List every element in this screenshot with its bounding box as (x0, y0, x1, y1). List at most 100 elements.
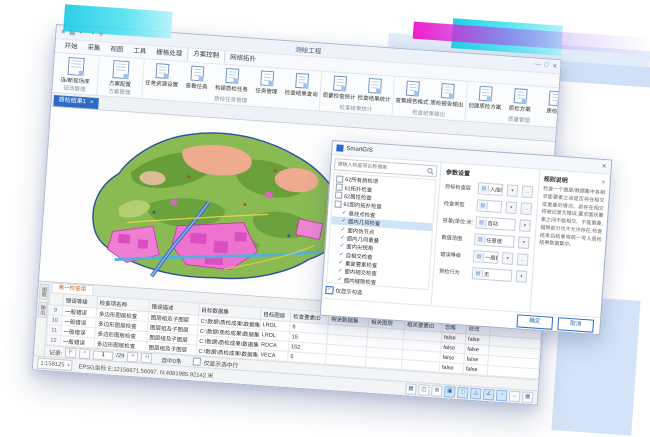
view-tool-icon-7[interactable]: ◔ (496, 390, 508, 402)
ribbon-button[interactable]: 任务管理 (250, 69, 285, 96)
ribbon-button[interactable]: 检查结果查询 (285, 71, 320, 98)
ribbon-button[interactable]: 构建质检任务 (215, 66, 250, 93)
search-icon (427, 167, 434, 174)
param-value (489, 206, 501, 207)
ribbon-tab-6[interactable]: 网络拓扑 (225, 52, 262, 66)
param-value: 一般错误 (485, 253, 497, 261)
tree-search-input[interactable] (337, 161, 427, 173)
tool-icon (67, 57, 84, 76)
dropdown-button[interactable]: ▾ (519, 219, 531, 232)
ribbon-button[interactable]: 查看报告格式 (395, 79, 430, 106)
ribbon-tab-1[interactable]: 采集 (82, 42, 106, 56)
layer-icon: ▤ (480, 184, 490, 193)
browse-button[interactable]: … (520, 202, 532, 215)
page-total-label: /29 (116, 353, 124, 360)
ribbon-button[interactable]: 质检方案 (503, 86, 538, 113)
map-document-tab-label: 质检结果1 (58, 95, 86, 108)
ribbon-button[interactable]: 查看任务 (180, 64, 215, 91)
param-input[interactable]: ▤一般错误 (473, 250, 499, 264)
browse-button[interactable]: … (521, 185, 533, 198)
tool-icon (260, 70, 274, 86)
check-icon: ✓ (342, 210, 347, 216)
ribbon-button[interactable]: 质量检查统计 (322, 74, 357, 101)
param-input[interactable]: ▤自动 (475, 216, 516, 231)
rule-help-panel: 规则说明 ✕ 检查一个图层/数据集中各相邻面要素之间是否存在相交或重叠的情况。若… (529, 170, 610, 318)
layer-icon: ▤ (476, 235, 486, 244)
browse-button[interactable]: … (517, 253, 529, 266)
close-icon[interactable]: ✕ (552, 63, 558, 70)
param-input[interactable]: ▤无 (472, 267, 513, 282)
ribbon-button[interactable]: 任务资源设置 (145, 61, 180, 88)
dropdown-button[interactable]: ▾ (505, 201, 517, 214)
ribbon-group-4: 查看报告格式质检报告输出检查结果输出 (392, 77, 468, 121)
chevron-down-icon: ▾ (67, 362, 70, 368)
view-tool-icon-1[interactable]: ◫ (418, 384, 430, 396)
param-label: 目标检查层 (445, 183, 475, 192)
checkbox-icon[interactable] (335, 192, 342, 199)
ribbon-tab-4[interactable]: 栅格处理 (151, 47, 188, 61)
dropdown-button[interactable]: ▾ (516, 270, 528, 283)
ribbon-button[interactable]: 方案配置 (100, 58, 142, 89)
scale-select[interactable]: 1:158125 ▾ (37, 358, 73, 371)
param-input[interactable]: ▤入库时与新要素发生碰撞的图层集 (478, 182, 504, 196)
smartgis-dialog: SmartGIS ✕ 62所有质检项61拓扑检查62属性检查61图内拓扑检查✓悬… (320, 140, 613, 335)
param-row: 检查类型▤▾… (443, 197, 532, 215)
tool-icon (333, 76, 347, 92)
checkbox-icon[interactable] (335, 183, 342, 190)
checkbox-icon[interactable] (336, 175, 343, 182)
param-label: 容差(单位:米) (442, 216, 472, 225)
param-value: 入库时与新要素发生碰撞的图层集 (490, 186, 502, 194)
rule-help-close-icon[interactable]: ✕ (601, 179, 606, 185)
view-tool-icon-9[interactable]: ▦ (522, 391, 534, 403)
view-tool-icon-5[interactable]: △ (470, 388, 482, 400)
ribbon-button[interactable]: 连/断现场库 (55, 55, 97, 86)
layer-icon: ▤ (474, 269, 484, 278)
view-tool-icon-8[interactable]: ↔ (509, 391, 521, 403)
view-tool-icon-3[interactable]: ▣ (444, 386, 456, 398)
ribbon-group-3: 质量检查统计检查结果统计检查结果统计 (320, 72, 396, 116)
view-tool-icon-2[interactable]: ⊞ (431, 385, 443, 397)
show-checked-label: 仅显示勾选 (335, 287, 362, 297)
column-header[interactable] (49, 293, 64, 306)
ribbon-tab-0[interactable]: 开始 (59, 40, 83, 54)
view-tool-icon-6[interactable]: ∠ (483, 389, 495, 401)
dropdown-button[interactable]: ▾ (506, 184, 518, 197)
check-icon: ✓ (338, 268, 343, 274)
ribbon-tab-2[interactable]: 视图 (105, 44, 129, 58)
ok-button[interactable]: 确定 (516, 314, 553, 329)
ribbon-tab-3[interactable]: 工具 (128, 45, 152, 59)
param-label: 数值范围 (441, 233, 471, 242)
tool-icon (112, 60, 129, 79)
check-icon: ✓ (341, 226, 346, 232)
check-icon: ✓ (337, 277, 342, 283)
dropdown-button[interactable]: ▾ (502, 252, 514, 265)
tool-icon (368, 78, 382, 94)
view-tool-icon-4[interactable]: □ (457, 387, 469, 399)
checkbox-icon[interactable] (334, 200, 341, 207)
dropdown-button[interactable]: ▾ (518, 236, 530, 249)
only-selected-checkbox[interactable] (192, 357, 201, 366)
check-item-tree: 62所有质检项61拓扑检查62属性检查61图内拓扑检查✓悬挂点检查✓面内几何检查… (326, 172, 436, 290)
minimize-icon[interactable]: — (534, 61, 540, 68)
dialog-close-icon[interactable]: ✕ (602, 163, 608, 170)
check-icon: ✓ (338, 260, 343, 266)
ribbon-group-5: 创建质检方案质检方案质检表质量管理 (465, 82, 558, 128)
cancel-button[interactable]: 取消 (557, 317, 594, 332)
maximize-icon[interactable]: □ (544, 62, 548, 69)
check-icon: ✓ (339, 243, 344, 249)
show-checked-checkbox[interactable]: ✓ (325, 286, 334, 295)
ribbon-button[interactable]: 创建质检方案 (468, 84, 503, 111)
tool-icon (155, 63, 169, 79)
param-input[interactable]: ▤任意值 (474, 233, 515, 248)
ribbon-button[interactable]: 检查结果统计 (357, 76, 392, 103)
view-tool-icon-0[interactable]: ▦ (405, 383, 417, 395)
close-tab-icon[interactable]: × (90, 98, 94, 109)
ribbon-group-0: 连/断现场库现场管理 (52, 53, 100, 95)
dock-side-tab-1[interactable]: 输出 (37, 301, 47, 318)
tool-icon (514, 88, 528, 104)
tree-item-label: 面内缝隙检查 (344, 276, 377, 286)
ribbon-button[interactable]: 质检报告输出 (430, 81, 465, 108)
ribbon-button[interactable]: 质检表 (538, 89, 559, 116)
dock-side-tab-0[interactable]: 图层 (38, 283, 48, 300)
param-input[interactable]: ▤ (476, 199, 502, 213)
